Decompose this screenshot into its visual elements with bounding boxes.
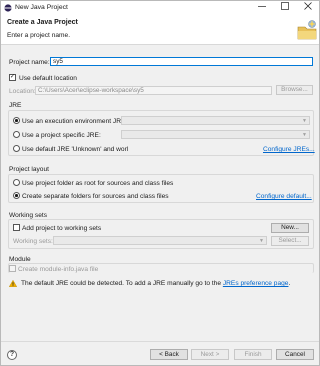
jre-execution-env-label: Use an execution environment JRE: <box>22 118 128 125</box>
warning-message: The default JRE could be detected. To ad… <box>21 280 290 287</box>
working-sets-combo[interactable]: ▼ <box>53 236 267 245</box>
create-module-info-checkbox[interactable] <box>9 265 16 272</box>
working-sets-label: Working sets: <box>13 238 53 245</box>
use-default-location-checkbox[interactable] <box>9 74 16 81</box>
help-icon[interactable]: ? <box>7 350 17 360</box>
project-specific-jre-combo[interactable]: ▼ <box>121 130 310 139</box>
eclipse-app-icon <box>4 4 12 12</box>
jre-project-specific-radio[interactable] <box>13 131 20 138</box>
jre-execution-env-radio[interactable] <box>13 117 20 124</box>
working-sets-group-title: Working sets <box>9 212 47 219</box>
maximize-button[interactable] <box>274 1 296 15</box>
close-button[interactable] <box>297 1 319 15</box>
jre-project-specific-label: Use a project specific JRE: <box>22 132 101 139</box>
next-button[interactable]: Next > <box>191 349 229 360</box>
jre-default-label: Use default JRE 'Unknown' and worl <box>22 146 129 153</box>
wizard-message: Enter a project name. <box>7 32 71 39</box>
new-java-project-dialog: New Java Project Create a Java Project E… <box>0 0 320 366</box>
add-to-working-sets-checkbox[interactable] <box>13 224 20 231</box>
warning-suffix: . <box>288 280 291 287</box>
cancel-button[interactable]: Cancel <box>276 349 314 360</box>
window-title: New Java Project <box>15 4 68 11</box>
wizard-header: Create a Java Project Enter a project na… <box>1 15 319 45</box>
back-button[interactable]: < Back <box>150 349 188 360</box>
layout-separate-radio[interactable] <box>13 192 20 199</box>
layout-root-radio[interactable] <box>13 179 20 186</box>
execution-env-combo[interactable]: ▼ <box>121 116 310 125</box>
chevron-down-icon: ▼ <box>302 132 307 138</box>
minimize-icon <box>258 6 266 7</box>
warning-text: The default JRE could be detected. To ad… <box>21 280 222 287</box>
minimize-button[interactable] <box>251 1 273 15</box>
jre-default-radio[interactable] <box>13 145 20 152</box>
wizard-title: Create a Java Project <box>7 19 78 26</box>
footer-separator <box>1 341 319 342</box>
jre-group-title: JRE <box>9 102 22 109</box>
new-working-set-button[interactable]: New... <box>271 223 309 233</box>
use-default-location-label: Use default location <box>19 75 77 82</box>
maximize-icon <box>281 2 289 10</box>
finish-button[interactable]: Finish <box>234 349 272 360</box>
warning-icon <box>9 280 17 287</box>
add-to-working-sets-label: Add project to working sets <box>22 225 102 232</box>
create-module-info-label: Create module-info.java file <box>18 266 99 273</box>
browse-button[interactable]: Browse... <box>276 85 313 95</box>
configure-jres-link[interactable]: Configure JREs... <box>263 146 315 153</box>
layout-separate-label: Create separate folders for sources and … <box>22 193 169 200</box>
jres-preference-page-link[interactable]: JREs preference page <box>223 280 289 287</box>
module-group-title: Module <box>9 256 31 263</box>
location-label: Location: <box>9 88 36 95</box>
project-layout-group-title: Project layout <box>9 166 49 173</box>
location-input[interactable]: C:\Users\Acer\eclipse-workspace\sy5 <box>35 86 272 95</box>
layout-root-label: Use project folder as root for sources a… <box>22 180 174 187</box>
chevron-down-icon: ▼ <box>259 238 264 244</box>
chevron-down-icon: ▼ <box>302 118 307 124</box>
close-icon <box>304 2 312 10</box>
project-name-input[interactable]: sy5 <box>50 57 313 66</box>
project-name-label: Project name: <box>9 59 50 66</box>
title-bar: New Java Project <box>1 1 319 15</box>
new-java-project-icon <box>297 20 317 40</box>
select-working-sets-button[interactable]: Select... <box>271 236 309 246</box>
configure-default-link[interactable]: Configure default... <box>256 193 312 200</box>
